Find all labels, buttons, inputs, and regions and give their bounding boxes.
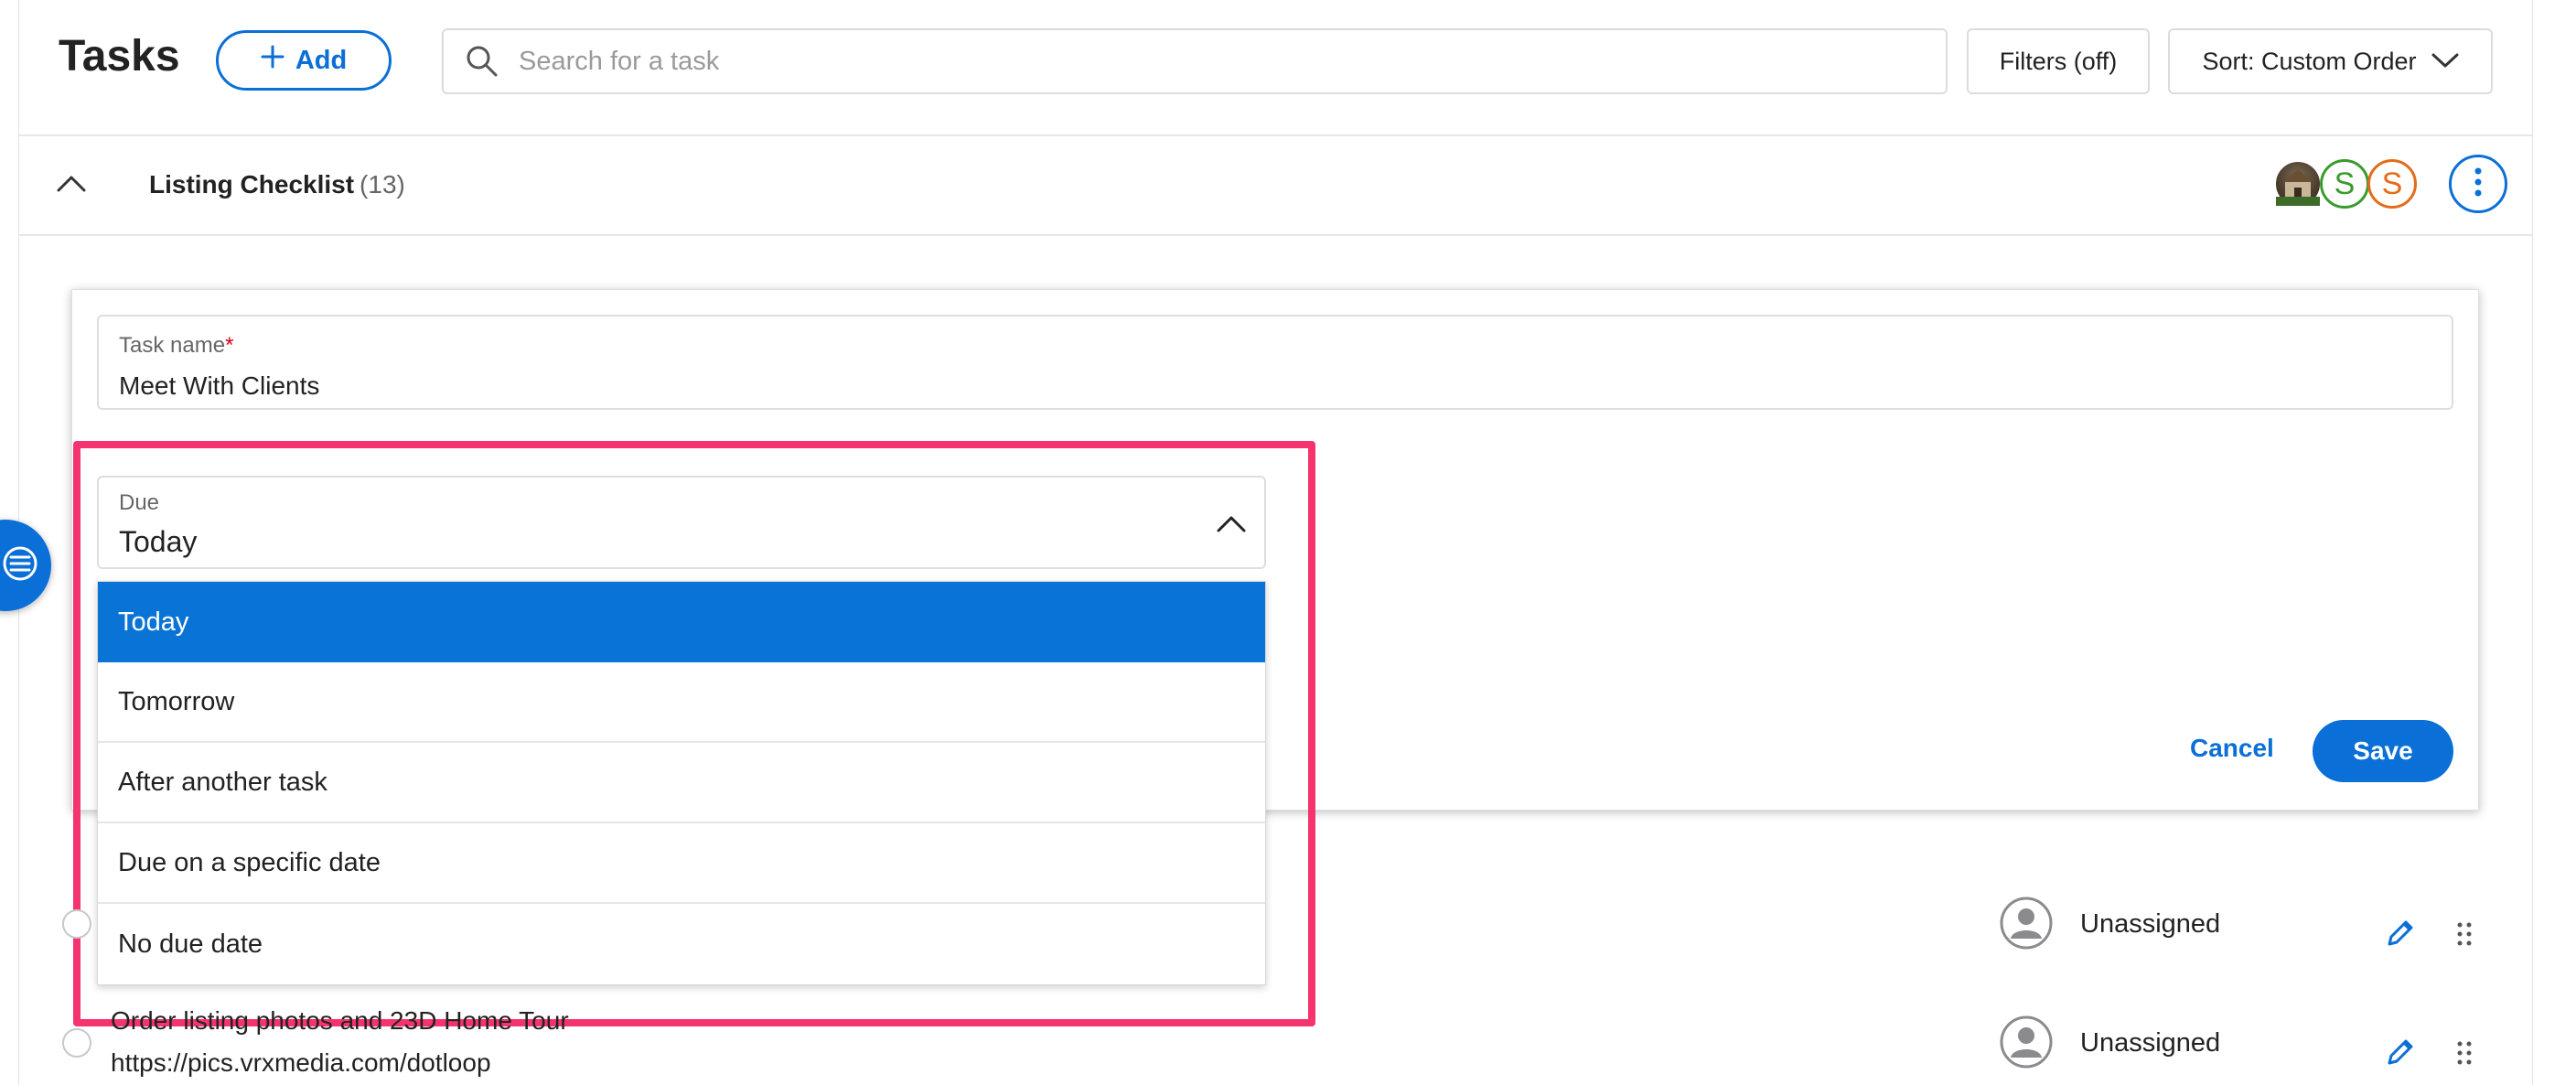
due-selected-value: Today [119, 525, 198, 558]
due-option-specific-date[interactable]: Due on a specific date [98, 823, 1265, 904]
unassigned-user-icon[interactable] [2000, 897, 2053, 950]
task-title[interactable]: Order listing photos and 23D Home Tour [111, 1006, 569, 1036]
right-frame-border [2532, 0, 2576, 1085]
sort-label: Sort: Custom Order [2202, 47, 2417, 75]
cancel-button[interactable]: Cancel [2190, 734, 2274, 763]
floating-menu-button[interactable] [0, 520, 51, 611]
due-option-tomorrow[interactable]: Tomorrow [98, 662, 1265, 743]
chevron-down-icon [2431, 48, 2459, 76]
due-option-after-another-task[interactable]: After another task [98, 743, 1265, 823]
pencil-icon[interactable] [2384, 1036, 2417, 1069]
search-box[interactable] [442, 28, 1948, 94]
drag-handle-icon[interactable] [2455, 1039, 2474, 1067]
add-task-button[interactable]: Add [216, 30, 392, 91]
filters-button[interactable]: Filters (off) [1967, 28, 2150, 94]
house-photo-avatar[interactable] [2273, 159, 2323, 209]
save-button[interactable]: Save [2313, 720, 2453, 782]
pencil-icon[interactable] [2384, 917, 2417, 950]
task-link[interactable]: https://pics.vrxmedia.com/dotloop [111, 1048, 491, 1078]
due-option-today[interactable]: Today [98, 582, 1265, 662]
vertical-ellipsis-icon [2474, 167, 2483, 202]
list-menu-icon [2, 545, 38, 586]
checklist-divider [18, 234, 2532, 236]
due-select[interactable]: Due Today [97, 476, 1266, 569]
chevron-up-icon [1213, 505, 1250, 542]
required-mark: * [225, 333, 234, 358]
task-complete-radio[interactable] [62, 1028, 91, 1058]
user-avatar-s-orange[interactable]: S [2367, 159, 2417, 209]
search-icon [464, 43, 500, 80]
user-avatar-s-green[interactable]: S [2320, 159, 2369, 209]
more-options-button[interactable] [2449, 155, 2507, 213]
unassigned-user-icon[interactable] [2000, 1015, 2053, 1069]
assignee-label[interactable]: Unassigned [2080, 1028, 2220, 1058]
checklist-title: Listing Checklist (13) [149, 170, 405, 199]
due-option-no-due-date[interactable]: No due date [98, 904, 1265, 984]
due-options-list: Today Tomorrow After another task Due on… [97, 581, 1266, 985]
task-complete-radio[interactable] [62, 909, 91, 939]
checklist-name: Listing Checklist [149, 170, 355, 199]
sort-dropdown[interactable]: Sort: Custom Order [2168, 28, 2493, 94]
collapse-chevron-up-icon[interactable] [53, 170, 90, 198]
task-name-field[interactable]: Task name* Meet With Clients [97, 315, 2453, 410]
task-name-label: Task name* [119, 333, 234, 358]
assignee-label[interactable]: Unassigned [2080, 909, 2220, 940]
drag-handle-icon[interactable] [2455, 920, 2474, 948]
header-divider [18, 134, 2532, 136]
task-name-value[interactable]: Meet With Clients [119, 371, 319, 401]
plus-icon [261, 45, 284, 76]
add-button-label: Add [295, 45, 348, 75]
checklist-count: (13) [360, 170, 405, 199]
search-input[interactable] [517, 45, 1893, 78]
page-title: Tasks [59, 32, 180, 81]
due-label: Due [119, 490, 160, 515]
